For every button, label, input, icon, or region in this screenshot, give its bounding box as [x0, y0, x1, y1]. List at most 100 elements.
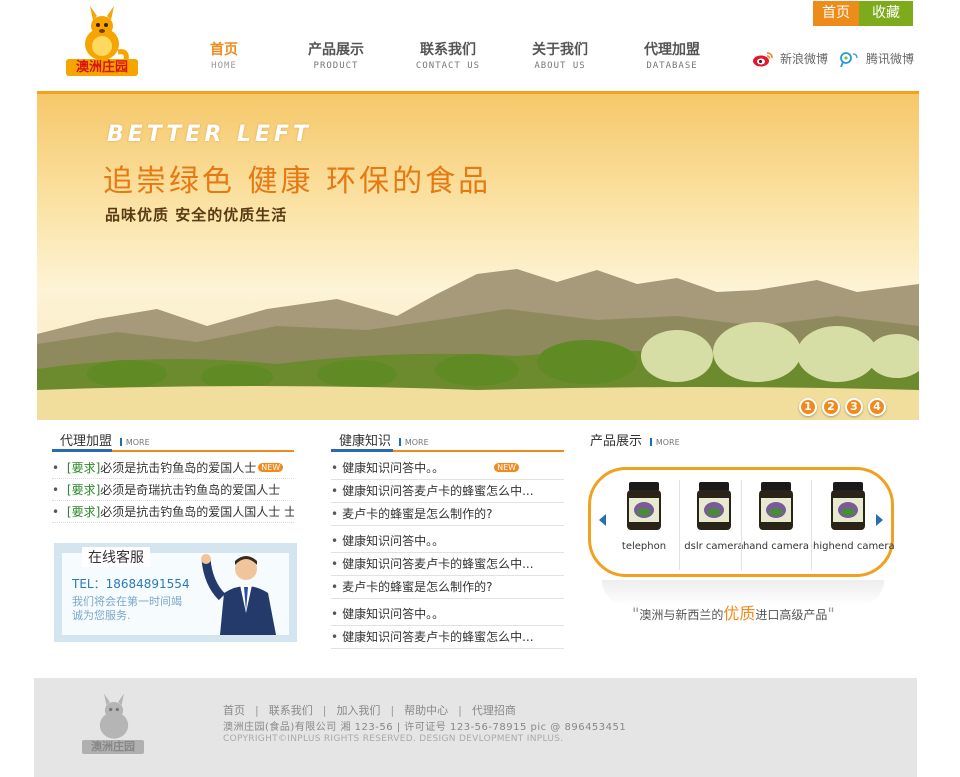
list-item[interactable]: 健康知识问答中。。 NEW [331, 457, 564, 480]
honey-jar-icon [831, 482, 865, 530]
honey-jar-icon [697, 482, 731, 530]
list-item[interactable]: 麦卢卡的蜂蜜是怎么制作的? [331, 503, 564, 526]
site-footer: 澳洲庄园 首页 | 联系我们 | 加入我们 | 帮助中心 | 代理招商 澳洲庄园(食品)有限公司… [34, 678, 917, 777]
top-buttons: 首页 收藏 [813, 1, 913, 26]
list-item-link[interactable]: 必须是抗击钓鱼岛的爱国人国人士 士 [100, 505, 294, 519]
list-item-link[interactable]: 健康知识问答中。。 [342, 607, 444, 621]
honey-jar-icon [759, 482, 793, 530]
service-phone: TEL：18684891554 [72, 577, 190, 591]
tencent-weibo-icon [840, 51, 858, 67]
list-item-link[interactable]: 必须是抗击钓鱼岛的爱国人士 [100, 461, 256, 475]
health-list: 健康知识问答中。。 NEW 健康知识问答麦卢卡的蜂蜜怎么中... 麦卢卡的蜂蜜是怎… [331, 457, 564, 649]
list-item-link[interactable]: 健康知识问答中。。 [342, 461, 444, 475]
list-item-link[interactable]: 健康知识问答麦卢卡的蜂蜜怎么中... [342, 630, 533, 644]
list-item[interactable]: [要求]必须是奇瑞抗击钓鱼岛的爱国人士 [52, 479, 294, 501]
section-tab-indicator [331, 449, 393, 452]
banner-page-4[interactable]: 4 [868, 398, 886, 416]
footer-company-info: 澳洲庄园(食品)有限公司 湘 123-56 | 许可证号 123-56-7891… [223, 722, 627, 733]
main-nav: 首页 HOME 产品展示 PRODUCT 联系我们 CONTACT US 关于我… [168, 40, 728, 72]
home-shortcut-button[interactable]: 首页 [813, 1, 859, 26]
customer-service-agent-image [201, 554, 276, 635]
list-item[interactable]: [要求]必须是抗击钓鱼岛的爱国人士NEW [52, 457, 294, 479]
section-tab-indicator [52, 449, 112, 452]
nav-item-agency[interactable]: 代理加盟 DATABASE [616, 40, 728, 72]
banner-chinese-title: 追崇绿色 健康 环保的食品 [103, 164, 492, 199]
tencent-weibo-link[interactable]: 腾讯微博 [838, 50, 914, 67]
banner-page-1[interactable]: 1 [799, 398, 817, 416]
site-logo[interactable]: 澳洲庄园 [66, 4, 138, 78]
nav-item-product[interactable]: 产品展示 PRODUCT [280, 40, 392, 72]
list-item[interactable]: [要求]必须是抗击钓鱼岛的爱国人国人士 士 [52, 501, 294, 523]
nav-label-en: PRODUCT [313, 61, 359, 71]
footer-copyright: COPYRIGHT©INPLUS RIGHTS RESERVED. DESIGN… [223, 734, 564, 744]
health-section-header: 健康知识 MORE [331, 430, 564, 452]
nav-label-cn: 关于我们 [532, 42, 588, 58]
footer-logo[interactable]: 澳洲庄园 [82, 692, 144, 754]
list-item-link[interactable]: 必须是奇瑞抗击钓鱼岛的爱国人士 [100, 483, 280, 497]
agency-section-header: 代理加盟 MORE [52, 430, 294, 452]
list-item[interactable]: 健康知识问答中。。 [331, 530, 564, 553]
footer-link-help[interactable]: 帮助中心 [404, 704, 448, 717]
list-item[interactable]: 健康知识问答中。。 [331, 603, 564, 626]
banner-page-2[interactable]: 2 [822, 398, 840, 416]
nav-label-cn: 产品展示 [308, 42, 364, 58]
requirement-tag: [要求] [66, 505, 101, 519]
product-carousel: telephon dslr camera hand camera highend… [588, 467, 895, 577]
honey-jar-icon [627, 482, 661, 530]
nav-item-about[interactable]: 关于我们 ABOUT US [504, 40, 616, 72]
product-item[interactable]: dslr camera [679, 482, 749, 552]
service-panel: 在线客服 TEL：18684891554 我们将会在第一时间竭诚为您服务. [62, 547, 289, 635]
product-name: dslr camera [684, 541, 744, 552]
products-section-header: 产品展示 MORE [590, 430, 890, 452]
slogan-prefix: 澳洲与新西兰的 [639, 608, 724, 622]
footer-logo-text: 澳洲庄园 [82, 740, 144, 754]
list-item-link[interactable]: 健康知识问答麦卢卡的蜂蜜怎么中... [342, 557, 533, 571]
banner-english-title: BETTER LEFT [107, 122, 313, 147]
nav-label-en: HOME [211, 61, 237, 71]
list-item-link[interactable]: 麦卢卡的蜂蜜是怎么制作的? [342, 507, 492, 521]
favorite-button[interactable]: 收藏 [859, 1, 913, 26]
list-item[interactable]: 健康知识问答麦卢卡的蜂蜜怎么中... [331, 626, 564, 649]
health-more-link[interactable]: MORE [399, 438, 429, 447]
list-item[interactable]: 健康知识问答麦卢卡的蜂蜜怎么中... [331, 480, 564, 503]
list-item[interactable]: 麦卢卡的蜂蜜是怎么制作的? [331, 576, 564, 599]
list-item-link[interactable]: 健康知识问答中。。 [342, 534, 444, 548]
product-item[interactable]: highend camera [813, 482, 895, 552]
nav-item-contact[interactable]: 联系我们 CONTACT US [392, 40, 504, 72]
sina-weibo-label: 新浪微博 [780, 52, 829, 66]
list-item-link[interactable]: 健康知识问答麦卢卡的蜂蜜怎么中... [342, 484, 533, 498]
footer-link-contact[interactable]: 联系我们 [269, 704, 313, 717]
product-item[interactable]: telephon [609, 482, 679, 552]
footer-link-agency[interactable]: 代理招商 [472, 704, 516, 717]
footer-links: 首页 | 联系我们 | 加入我们 | 帮助中心 | 代理招商 [223, 704, 516, 717]
footer-link-join[interactable]: 加入我们 [336, 704, 380, 717]
tencent-weibo-label: 腾讯微博 [866, 52, 915, 66]
service-note: 我们将会在第一时间竭诚为您服务. [72, 595, 182, 622]
nav-label-en: CONTACT US [415, 61, 481, 71]
product-name: hand camera [742, 541, 810, 552]
online-service-box[interactable]: 在线客服 TEL：18684891554 我们将会在第一时间竭诚为您服务. [54, 543, 297, 642]
nav-item-home[interactable]: 首页 HOME [168, 40, 280, 72]
list-item-link[interactable]: 麦卢卡的蜂蜜是怎么制作的? [342, 580, 492, 594]
requirement-tag: [要求] [66, 461, 101, 475]
health-section-title: 健康知识 [339, 434, 392, 449]
kangaroo-icon [85, 6, 129, 61]
carousel-prev-arrow[interactable] [599, 514, 606, 526]
new-badge: NEW [494, 463, 520, 472]
slogan-highlight: 优质 [723, 604, 756, 623]
footer-link-home[interactable]: 首页 [223, 704, 245, 717]
banner-page-3[interactable]: 3 [845, 398, 863, 416]
nav-label-cn: 首页 [210, 42, 238, 58]
products-more-link[interactable]: MORE [650, 438, 680, 447]
agency-list: [要求]必须是抗击钓鱼岛的爱国人士NEW [要求]必须是奇瑞抗击钓鱼岛的爱国人士… [52, 457, 294, 523]
sina-weibo-link[interactable]: 新浪微博 [752, 50, 828, 67]
product-item[interactable]: hand camera [741, 482, 811, 552]
banner-pager: 1 2 3 4 [799, 398, 886, 416]
agency-section-title: 代理加盟 [60, 434, 113, 449]
new-badge: NEW [258, 463, 284, 472]
list-item[interactable]: 健康知识问答麦卢卡的蜂蜜怎么中... [331, 553, 564, 576]
agency-more-link[interactable]: MORE [120, 438, 150, 447]
nav-label-en: ABOUT US [534, 61, 586, 71]
service-title: 在线客服 [82, 547, 150, 567]
product-slogan: "澳洲与新西兰的优质进口高级产品" [632, 600, 835, 624]
